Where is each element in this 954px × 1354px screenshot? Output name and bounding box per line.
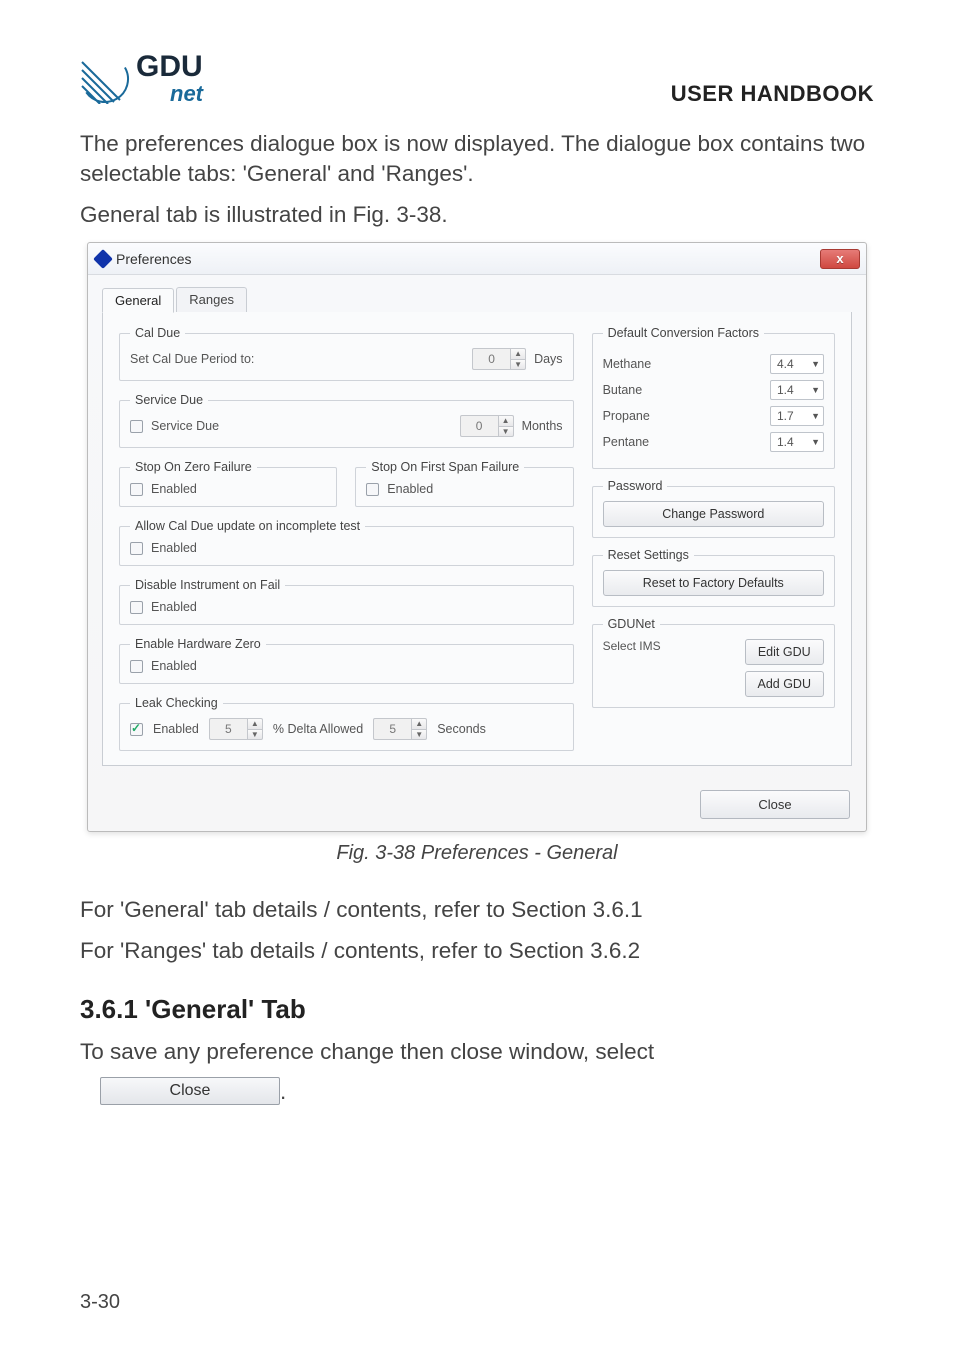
chevron-down-icon: ▼ — [811, 437, 820, 447]
tabstrip: General Ranges — [102, 287, 852, 313]
leak-delta-spinner[interactable]: 5 ▲▼ — [209, 718, 263, 740]
gdunet-group: GDUNet Select IMS Edit GDU Add GDU — [592, 617, 835, 708]
chevron-down-icon[interactable]: ▼ — [411, 729, 427, 741]
stop-zero-legend: Stop On Zero Failure — [130, 460, 257, 474]
change-password-button[interactable]: Change Password — [603, 501, 824, 527]
reset-legend: Reset Settings — [603, 548, 694, 562]
factors-group: Default Conversion Factors Methane 4.4▼ … — [592, 326, 835, 469]
methane-combo[interactable]: 4.4▼ — [770, 354, 824, 374]
tab-ranges[interactable]: Ranges — [176, 287, 247, 312]
leak-group: Leak Checking Enabled 5 ▲▼ % Delta Allow… — [119, 696, 574, 751]
service-due-checkbox[interactable] — [130, 420, 143, 433]
stop-zero-group: Stop On Zero Failure Enabled — [119, 460, 337, 507]
chevron-up-icon[interactable]: ▲ — [247, 718, 263, 729]
cal-due-label: Set Cal Due Period to: — [130, 352, 254, 366]
hw-zero-checkbox[interactable] — [130, 660, 143, 673]
chevron-down-icon: ▼ — [811, 411, 820, 421]
leak-sec-spinner[interactable]: 5 ▲▼ — [373, 718, 427, 740]
add-gdu-button[interactable]: Add GDU — [745, 671, 825, 697]
stop-zero-checkbox[interactable] — [130, 483, 143, 496]
gdunet-legend: GDUNet — [603, 617, 660, 631]
disable-fail-group: Disable Instrument on Fail Enabled — [119, 578, 574, 625]
close-button[interactable]: Close — [700, 790, 850, 819]
cal-due-legend: Cal Due — [130, 326, 185, 340]
service-due-unit: Months — [522, 419, 563, 433]
hw-zero-legend: Enable Hardware Zero — [130, 637, 266, 651]
inline-period: . — [280, 1077, 286, 1107]
chevron-down-icon: ▼ — [811, 385, 820, 395]
logo-net: net — [170, 81, 203, 107]
intro-paragraph-1: The preferences dialogue box is now disp… — [80, 129, 874, 190]
handbook-title: USER HANDBOOK — [671, 81, 874, 107]
chevron-down-icon[interactable]: ▼ — [498, 426, 514, 438]
page-header: GDU net USER HANDBOOK — [80, 50, 874, 107]
chevron-down-icon[interactable]: ▼ — [247, 729, 263, 741]
logo-icon — [80, 54, 130, 104]
service-due-checkbox-label: Service Due — [151, 419, 219, 433]
section-heading: 3.6.1 'General' Tab — [80, 994, 874, 1025]
service-due-spinner[interactable]: 0 ▲▼ — [460, 415, 514, 437]
dialog-title: Preferences — [116, 251, 191, 267]
disable-fail-legend: Disable Instrument on Fail — [130, 578, 285, 592]
allow-update-checkbox[interactable] — [130, 542, 143, 555]
tab-general[interactable]: General — [102, 288, 174, 313]
password-legend: Password — [603, 479, 668, 493]
stop-span-group: Stop On First Span Failure Enabled — [355, 460, 573, 507]
butane-combo[interactable]: 1.4▼ — [770, 380, 824, 400]
factors-legend: Default Conversion Factors — [603, 326, 764, 340]
pentane-combo[interactable]: 1.4▼ — [770, 432, 824, 452]
leak-checkbox[interactable] — [130, 723, 143, 736]
chevron-up-icon[interactable]: ▲ — [510, 348, 526, 359]
inline-close-button[interactable]: Close — [100, 1077, 280, 1105]
intro-paragraph-2: General tab is illustrated in Fig. 3-38. — [80, 200, 874, 230]
chevron-up-icon[interactable]: ▲ — [411, 718, 427, 729]
propane-combo[interactable]: 1.7▼ — [770, 406, 824, 426]
chevron-up-icon[interactable]: ▲ — [498, 415, 514, 426]
preferences-dialog: Preferences x General Ranges Cal Due Set… — [87, 242, 867, 832]
window-close-button[interactable]: x — [820, 249, 860, 269]
chevron-down-icon[interactable]: ▼ — [510, 359, 526, 371]
ref-ranges: For 'Ranges' tab details / contents, ref… — [80, 936, 874, 966]
disable-fail-checkbox[interactable] — [130, 601, 143, 614]
cal-due-group: Cal Due Set Cal Due Period to: 0 ▲▼ Days — [119, 326, 574, 381]
password-group: Password Change Password — [592, 479, 835, 538]
cal-due-spinner[interactable]: 0 ▲▼ — [472, 348, 526, 370]
ref-general: For 'General' tab details / contents, re… — [80, 895, 874, 925]
titlebar: Preferences x — [88, 243, 866, 275]
reset-group: Reset Settings Reset to Factory Defaults — [592, 548, 835, 607]
edit-gdu-button[interactable]: Edit GDU — [745, 639, 825, 665]
service-due-group: Service Due Service Due 0 ▲▼ Months — [119, 393, 574, 448]
logo-gdu: GDU — [136, 50, 203, 84]
figure-caption: Fig. 3-38 Preferences - General — [80, 842, 874, 865]
leak-legend: Leak Checking — [130, 696, 223, 710]
stop-span-legend: Stop On First Span Failure — [366, 460, 524, 474]
hw-zero-group: Enable Hardware Zero Enabled — [119, 637, 574, 684]
allow-update-legend: Allow Cal Due update on incomplete test — [130, 519, 365, 533]
cal-due-unit: Days — [534, 352, 562, 366]
select-ims-label: Select IMS — [603, 639, 737, 697]
save-instruction: To save any preference change then close… — [80, 1037, 874, 1067]
chevron-down-icon: ▼ — [811, 359, 820, 369]
page-number: 3-30 — [80, 1291, 120, 1314]
logo-text: GDU net — [136, 50, 203, 107]
reset-defaults-button[interactable]: Reset to Factory Defaults — [603, 570, 824, 596]
allow-update-group: Allow Cal Due update on incomplete test … — [119, 519, 574, 566]
stop-span-checkbox[interactable] — [366, 483, 379, 496]
app-icon — [93, 249, 113, 269]
logo: GDU net — [80, 50, 203, 107]
service-due-legend: Service Due — [130, 393, 208, 407]
